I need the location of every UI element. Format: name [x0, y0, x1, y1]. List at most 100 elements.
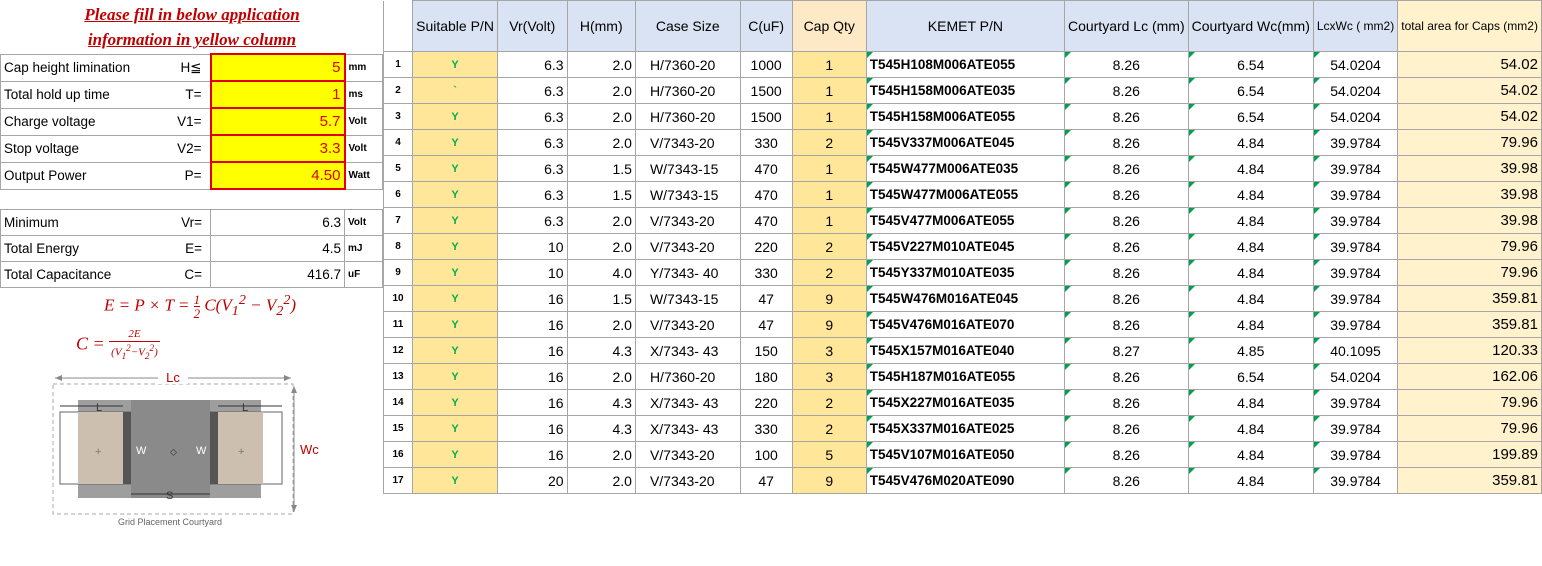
inputs-row: Output Power P= 4.50 Watt [0, 161, 383, 190]
case-size-cell: X/7343- 43 [634, 415, 741, 442]
index-header [382, 0, 414, 52]
input-value-cell[interactable]: 5.7 [209, 107, 346, 136]
input-value-cell[interactable]: 1 [209, 80, 346, 109]
courtyard-wc-cell: 6.54 [1187, 51, 1314, 78]
suitable-cell: Y [412, 129, 498, 156]
table-row: 13 Y 16 2.0 H/7360-20 180 3 T545H187M016ATE055 8… [382, 363, 1542, 390]
kemet-pn-cell: T545Y337M010ATE035 [865, 259, 1065, 286]
cap-qty-cell: 1 [791, 77, 867, 104]
results-row: Total Energy E= 4.5 mJ [0, 235, 383, 262]
total-area-cell: 79.96 [1397, 259, 1542, 286]
courtyard-wc-cell: 4.84 [1187, 155, 1314, 182]
table-row: 12 Y 16 4.3 X/7343- 43 150 3 T545X157M016ATE040… [382, 337, 1542, 364]
cap-qty-header: Cap Qty [791, 0, 867, 52]
suitable-cell: Y [412, 467, 498, 494]
h-cell: 4.0 [566, 259, 636, 286]
capacitance-cell: 330 [739, 415, 793, 442]
courtyard-lc-cell: 8.26 [1063, 285, 1189, 312]
input-parameters-table: Cap height limination H≦ 5 mm Total hold up … [0, 53, 383, 190]
total-area-cell: 359.81 [1397, 467, 1542, 494]
courtyard-wc-cell: 4.84 [1187, 389, 1314, 416]
total-area-cell: 39.98 [1397, 207, 1542, 234]
case-size-cell: Y/7343- 40 [634, 259, 741, 286]
input-value-cell[interactable]: 4.50 [209, 161, 346, 190]
h-cell: 4.3 [566, 337, 636, 364]
kemet-pn-cell: T545V476M020ATE090 [865, 467, 1065, 494]
courtyard-lc-cell: 8.26 [1063, 311, 1189, 338]
capacitance-cell: 1000 [739, 51, 793, 78]
table-row: 10 Y 16 1.5 W/7343-15 47 9 T545W476M016ATE045 8.… [382, 285, 1542, 312]
total-area-cell: 79.96 [1397, 415, 1542, 442]
lc-label: Lc [166, 372, 180, 385]
case-size-cell: W/7343-15 [634, 285, 741, 312]
h-header: H(mm) [566, 0, 636, 52]
inputs-symbol: H≦ [160, 53, 211, 82]
courtyard-lc-cell: 8.26 [1063, 103, 1189, 130]
w-label-right: W [196, 445, 207, 457]
case-size-cell: X/7343- 43 [634, 389, 741, 416]
results-symbol: Vr= [160, 209, 211, 236]
l-label-left: L [96, 402, 102, 414]
suitable-cell: Y [412, 155, 498, 182]
inputs-label: Stop voltage [0, 134, 161, 163]
courtyard-wc-header: Courtyard Wc(mm) [1187, 0, 1314, 52]
capacitance-cell: 1500 [739, 103, 793, 130]
lcxwc-cell: 54.0204 [1312, 51, 1399, 78]
courtyard-lc-cell: 8.27 [1063, 337, 1189, 364]
courtyard-lc-cell: 8.26 [1063, 155, 1189, 182]
instruction-title-line1: Please fill in below application [84, 5, 300, 24]
results-unit: mJ [344, 235, 383, 262]
vr-cell: 6.3 [496, 103, 568, 130]
inputs-unit: ms [344, 80, 383, 109]
total-area-cell: 54.02 [1397, 51, 1542, 78]
results-label: Total Energy [0, 235, 161, 262]
case-size-cell: W/7343-15 [634, 155, 741, 182]
inputs-unit: mm [344, 53, 383, 82]
inputs-row: Cap height limination H≦ 5 mm [0, 53, 383, 82]
kemet-pn-cell: T545V477M006ATE055 [865, 207, 1065, 234]
results-symbol: E= [160, 235, 211, 262]
inputs-unit: Volt [344, 134, 383, 163]
vr-cell: 6.3 [496, 181, 568, 208]
row-index: 15 [382, 415, 414, 442]
lcxwc-cell: 54.0204 [1312, 103, 1399, 130]
input-value-cell[interactable]: 5 [209, 53, 346, 82]
row-index: 4 [382, 129, 414, 156]
inputs-row: Charge voltage V1= 5.7 Volt [0, 107, 383, 136]
h-cell: 2.0 [566, 77, 636, 104]
suitable-cell: Y [412, 311, 498, 338]
table-row: 8 Y 10 2.0 V/7343-20 220 2 T545V227M010ATE045 8.… [382, 233, 1542, 260]
results-symbol: C= [160, 261, 211, 288]
lcxwc-cell: 39.9784 [1312, 129, 1399, 156]
lcxwc-cell: 39.9784 [1312, 467, 1399, 494]
vr-cell: 6.3 [496, 155, 568, 182]
case-size-cell: V/7343-20 [634, 207, 741, 234]
case-size-cell: H/7360-20 [634, 51, 741, 78]
courtyard-wc-cell: 6.54 [1187, 77, 1314, 104]
svg-text:+: + [95, 446, 101, 458]
input-value-cell[interactable]: 3.3 [209, 134, 346, 163]
total-area-cell: 359.81 [1397, 311, 1542, 338]
cap-qty-cell: 1 [791, 155, 867, 182]
s-label: S [166, 490, 173, 502]
inputs-unit: Volt [344, 107, 383, 136]
lcxwc-header: LcxWc ( mm2) [1312, 0, 1399, 52]
row-index: 13 [382, 363, 414, 390]
cap-qty-cell: 2 [791, 233, 867, 260]
h-cell: 1.5 [566, 181, 636, 208]
courtyard-wc-cell: 6.54 [1187, 103, 1314, 130]
inputs-symbol: P= [160, 161, 211, 190]
capacitance-cell: 47 [739, 285, 793, 312]
vr-cell: 6.3 [496, 77, 568, 104]
cap-qty-cell: 3 [791, 337, 867, 364]
capacitance-cell: 330 [739, 129, 793, 156]
table-row: 1 Y 6.3 2.0 H/7360-20 1000 1 T545H108M006ATE055… [382, 51, 1542, 78]
row-index: 8 [382, 233, 414, 260]
suitable-cell: Y [412, 415, 498, 442]
inputs-row: Total hold up time T= 1 ms [0, 80, 383, 109]
lcxwc-cell: 39.9784 [1312, 285, 1399, 312]
total-area-cell: 162.06 [1397, 363, 1542, 390]
cap-qty-cell: 1 [791, 51, 867, 78]
kemet-pn-cell: T545X337M016ATE025 [865, 415, 1065, 442]
cap-qty-cell: 2 [791, 259, 867, 286]
